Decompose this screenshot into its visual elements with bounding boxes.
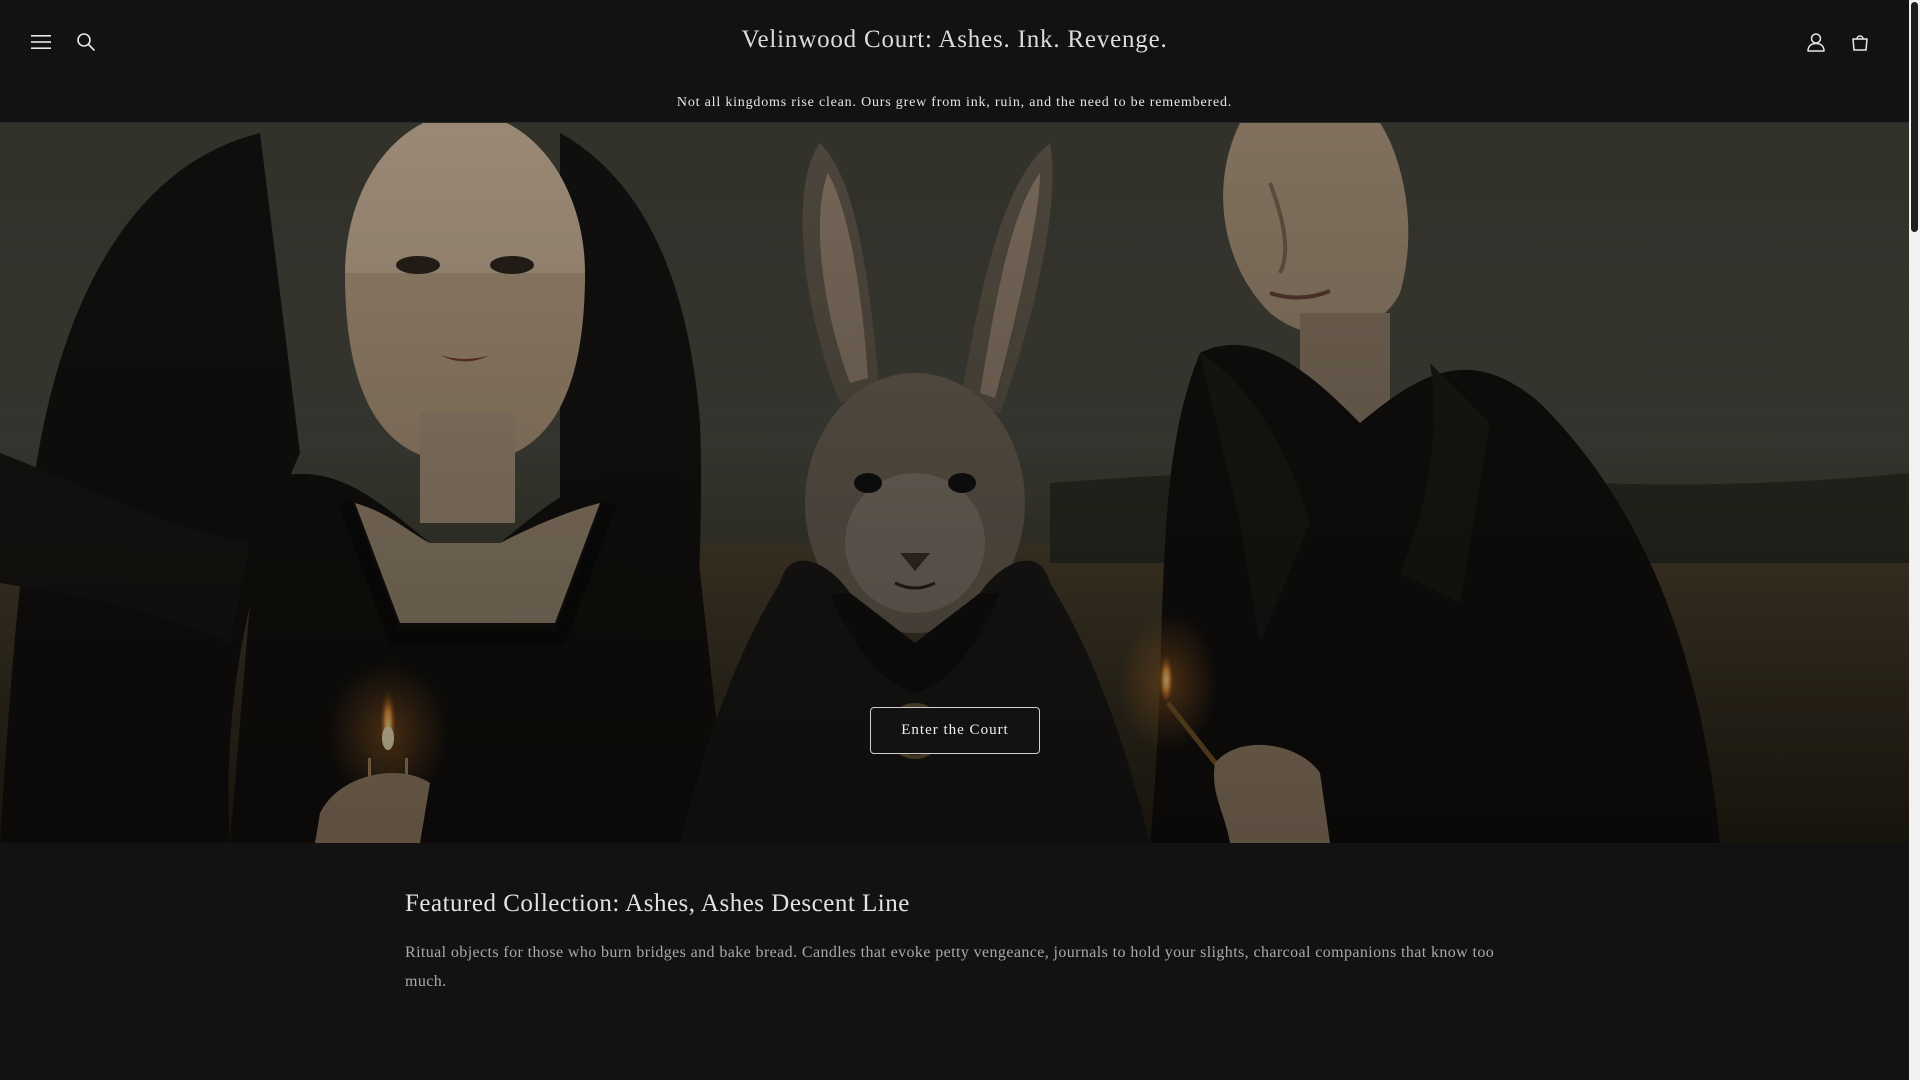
featured-heading: Featured Collection: Ashes, Ashes Descen… [405, 890, 910, 917]
page: Velinwood Court: Ashes. Ink. Revenge. No… [0, 0, 1909, 1080]
featured-collection: Featured Collection: Ashes, Ashes Descen… [405, 890, 1505, 996]
page-scrollbar[interactable] [1909, 0, 1920, 1080]
hero-banner: Enter the Court [0, 123, 1909, 843]
enter-court-button[interactable]: Enter the Court [870, 707, 1040, 754]
site-header: Velinwood Court: Ashes. Ink. Revenge. [0, 0, 1909, 85]
announcement-bar: Not all kingdoms rise clean. Ours grew f… [0, 85, 1909, 123]
account-icon [1806, 32, 1826, 52]
cart-button[interactable] [1842, 24, 1878, 60]
account-button[interactable] [1798, 24, 1834, 60]
site-title[interactable]: Velinwood Court: Ashes. Ink. Revenge. [0, 26, 1909, 54]
scrollbar-thumb[interactable] [1911, 2, 1918, 232]
featured-description: Ritual objects for those who burn bridge… [405, 944, 1495, 990]
cart-icon [1850, 32, 1870, 52]
